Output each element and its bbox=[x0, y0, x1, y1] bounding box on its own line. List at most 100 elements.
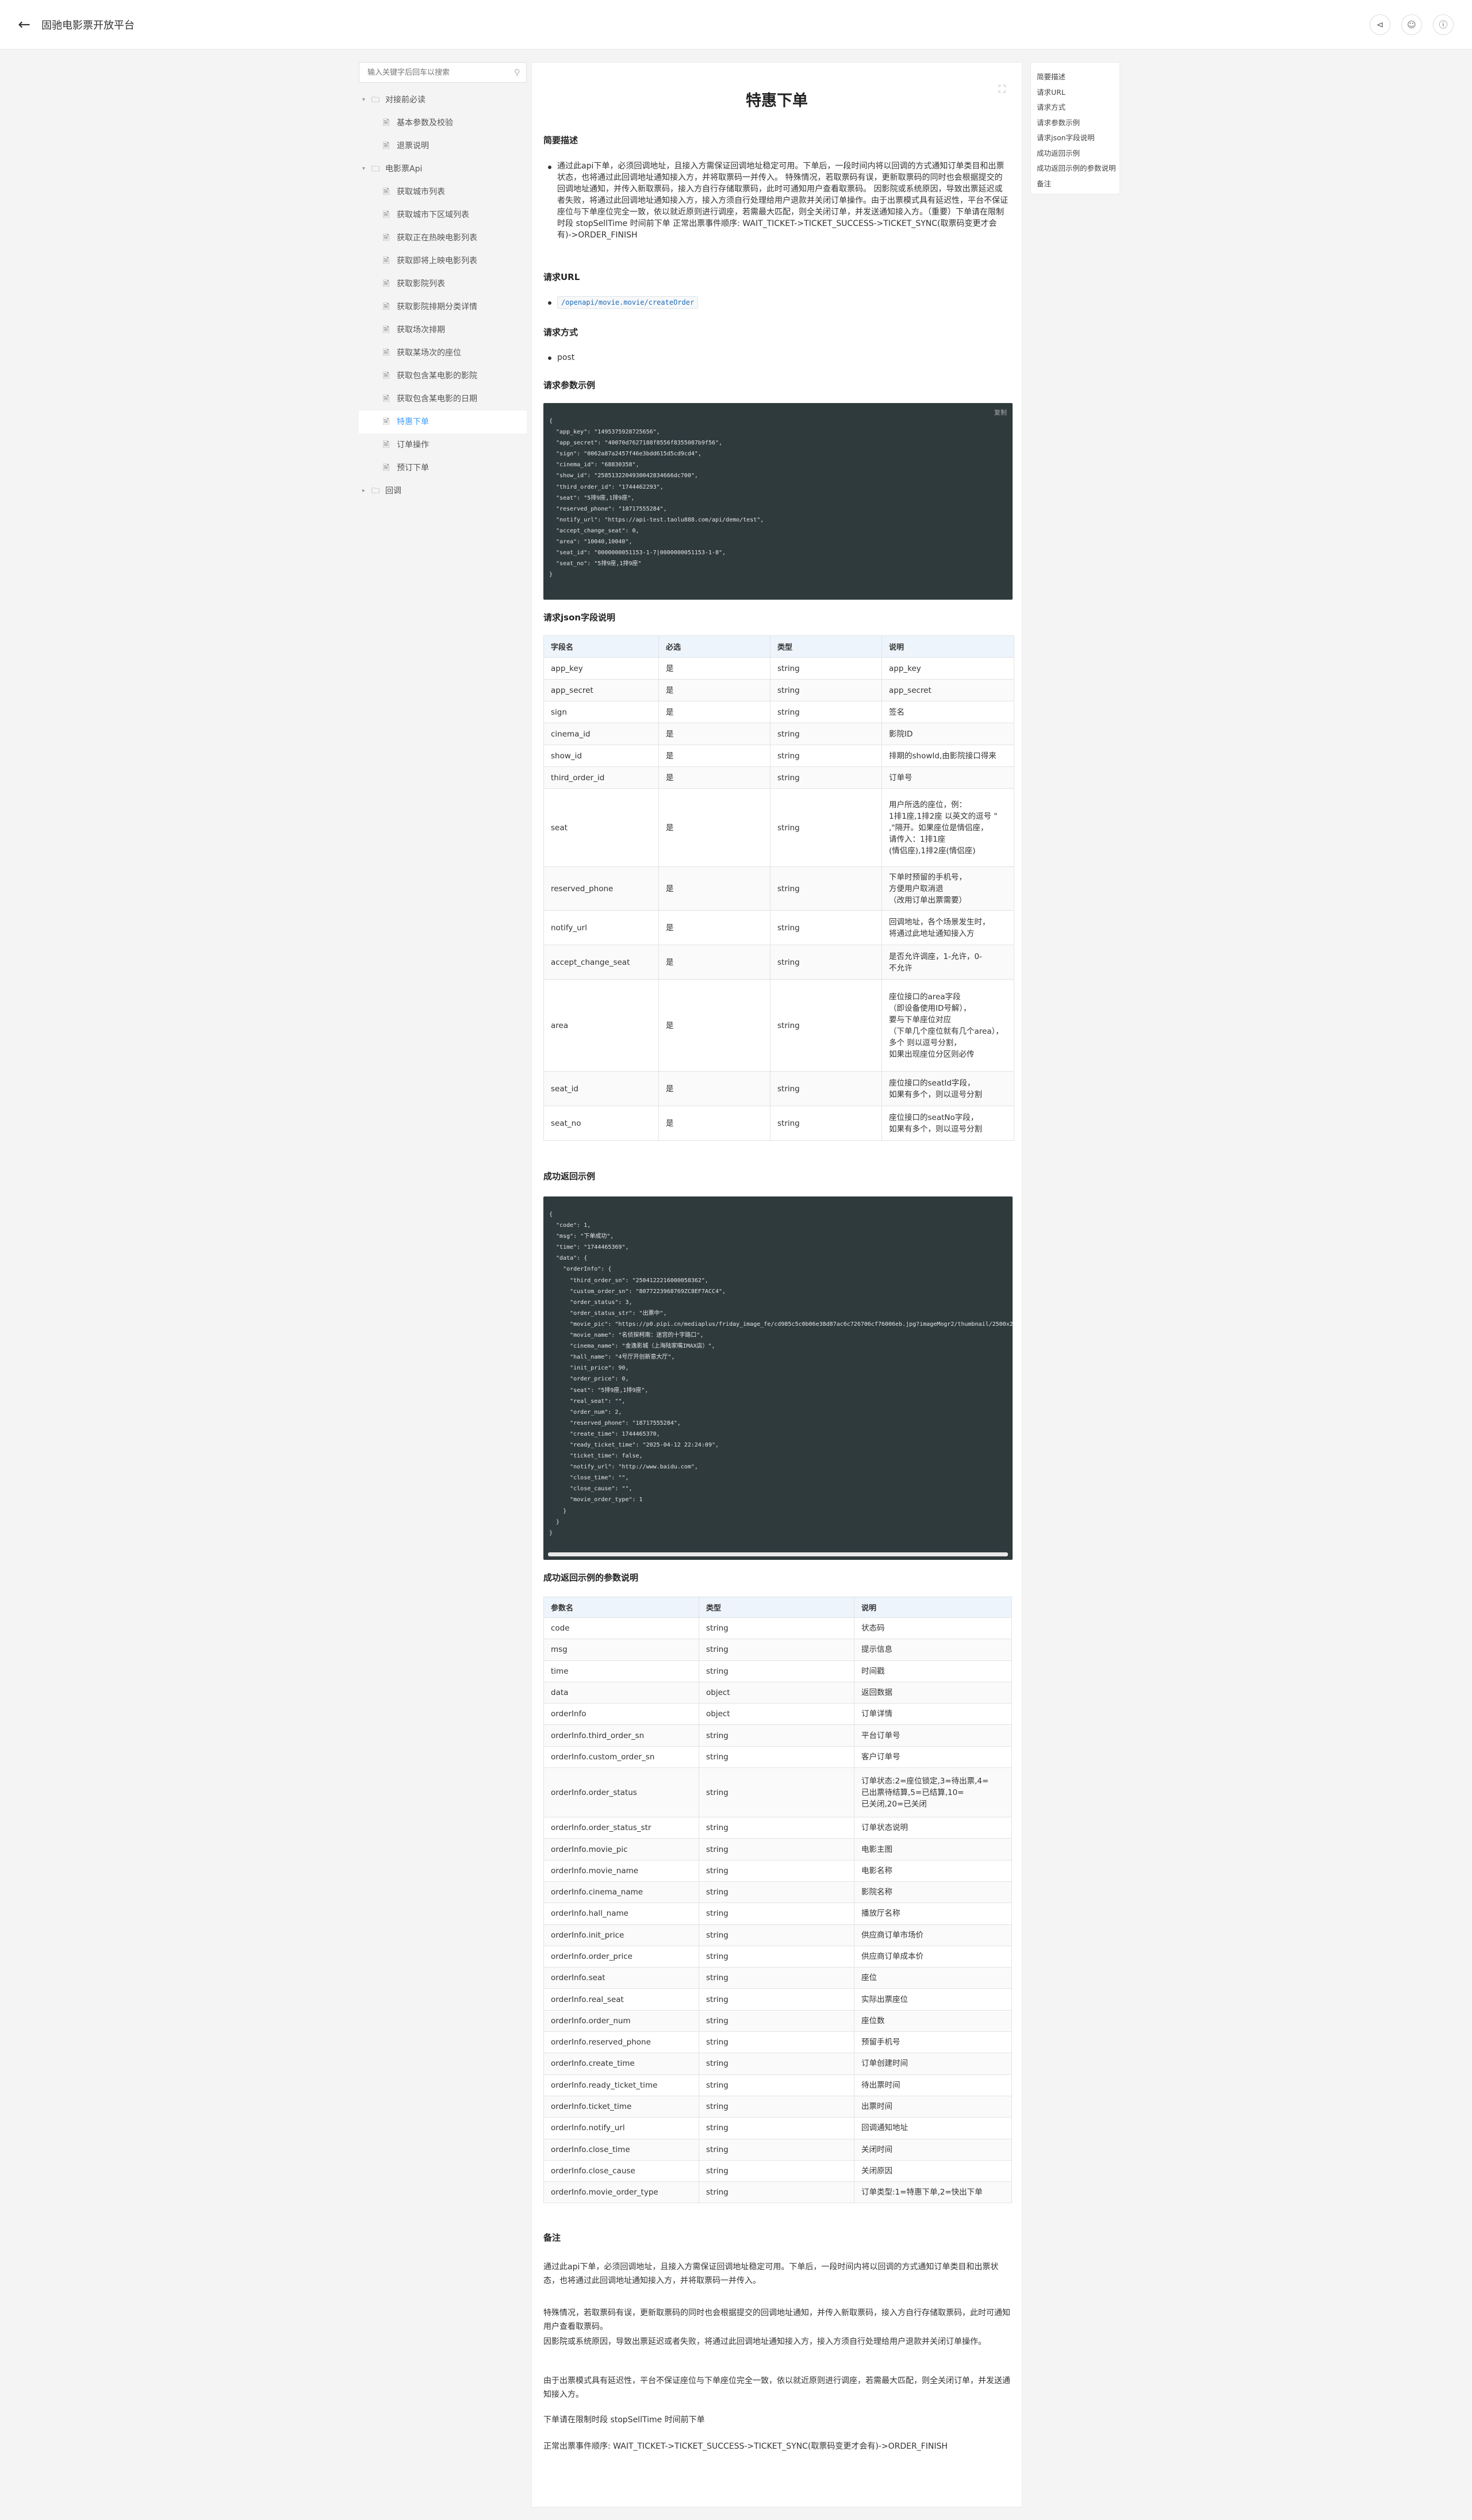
table-row: cinema_id 是 string 影院ID bbox=[543, 723, 1014, 745]
table-cell: 播放厅名称 bbox=[854, 1903, 1012, 1925]
table-row: orderInfo object 订单详情 bbox=[543, 1703, 1012, 1725]
tree-item[interactable]: 🖹 获取城市列表 bbox=[359, 181, 527, 204]
section-resp-fields: 成功返回示例的参数说明 bbox=[543, 1572, 639, 1583]
request-fields-table: 字段名 必选 类型 说明 app_key 是 string app_key app_secre… bbox=[543, 635, 1014, 1141]
note-paragraph: 因影院或系统原因，导致出票延迟或者失败，将通过此回调地址通知接入方，接入方须自行… bbox=[543, 2337, 986, 2346]
tree-item[interactable]: 🖹 获取包含某电影的日期 bbox=[359, 388, 527, 411]
copy-button[interactable]: 复制 bbox=[994, 408, 1007, 417]
table-cell: string bbox=[770, 723, 882, 745]
table-row: app_key 是 string app_key bbox=[543, 657, 1014, 680]
toc-item[interactable]: 请求json字段说明 bbox=[1037, 132, 1095, 143]
desc-text: 通过此api下单，必须回调地址，且接入方需保证回调地址稳定可用。下单后，一段时间… bbox=[543, 160, 1010, 241]
toc-item[interactable]: 请求方式 bbox=[1037, 101, 1065, 112]
search-input[interactable] bbox=[359, 63, 503, 82]
tree-item[interactable]: 🖹 退票说明 bbox=[359, 135, 527, 158]
table-cell: 订单类型:1=特惠下单,2=快出下单 bbox=[854, 2181, 1012, 2204]
table-cell: 回调地址，各个场景发生时， 将通过此地址通知接入方 bbox=[881, 910, 1014, 945]
table-cell: string bbox=[770, 979, 882, 1072]
toc-item[interactable]: 成功返回示例的参数说明 bbox=[1037, 162, 1116, 173]
tree-item[interactable]: 🖹 特惠下单 bbox=[359, 411, 527, 434]
table-cell: orderInfo.reserved_phone bbox=[543, 2031, 699, 2054]
note-paragraph: 通过此api下单，必须回调地址，且接入方需保证回调地址稳定可用。下单后，一段时间… bbox=[543, 2262, 999, 2285]
sidebar: ⚲ ▾ 🗀 对接前必读 🖹 基本参数及校验 🖹 退票说明 ▾ 🗀 电影票Api 🖹 获取城市列表 🖹 获取… bbox=[359, 62, 527, 503]
table-cell: 供应商订单成本价 bbox=[854, 1945, 1012, 1968]
table-cell: 订单详情 bbox=[854, 1703, 1012, 1725]
table-row: orderInfo.order_price string 供应商订单成本价 bbox=[543, 1945, 1012, 1968]
arrow-left-icon[interactable]: ← bbox=[15, 16, 33, 34]
tree-item[interactable]: 🖹 预订下单 bbox=[359, 457, 527, 480]
tree-item[interactable]: 🖹 获取正在热映电影列表 bbox=[359, 227, 527, 250]
table-row: orderInfo.seat string 座位 bbox=[543, 1967, 1012, 1989]
url-code[interactable]: /openapi/movie.movie/createOrder bbox=[557, 296, 699, 309]
table-cell: time bbox=[543, 1660, 699, 1682]
table-cell: orderInfo.init_price bbox=[543, 1924, 699, 1946]
tree-item[interactable]: 🖹 获取城市下区域列表 bbox=[359, 204, 527, 227]
tree-item[interactable]: ▸ 🗀 回调 bbox=[359, 480, 527, 503]
tree-item[interactable]: 🖹 获取场次排期 bbox=[359, 319, 527, 342]
toc-item[interactable]: 请求URL bbox=[1037, 86, 1065, 97]
table-row: seat_id 是 string 座位接口的seatId字段， 如果有多个，则以逗号分… bbox=[543, 1071, 1014, 1106]
table-cell: string bbox=[699, 2053, 854, 2075]
note-paragraph: 特殊情况，若取票码有误，更新取票码的同时也会根据提交的回调地址通知，并传入新取票… bbox=[543, 2308, 1010, 2331]
table-row: msg string 提示信息 bbox=[543, 1639, 1012, 1661]
caret-down-icon[interactable]: ▾ bbox=[362, 158, 365, 181]
caret-down-icon[interactable]: ▾ bbox=[362, 89, 365, 112]
tree-item[interactable]: ▾ 🗀 电影票Api bbox=[359, 158, 527, 181]
table-cell: orderInfo.order_num bbox=[543, 2009, 699, 2032]
tree-item[interactable]: 🖹 获取影院排期分类详情 bbox=[359, 296, 527, 319]
table-cell: object bbox=[699, 1703, 854, 1725]
tree-item-label: 基本参数及校验 bbox=[397, 118, 453, 128]
table-cell: seat bbox=[543, 788, 659, 867]
table-cell: 订单创建时间 bbox=[854, 2053, 1012, 2075]
table-cell: string bbox=[770, 745, 882, 767]
table-cell: string bbox=[699, 1767, 854, 1818]
table-cell: 关闭原因 bbox=[854, 2160, 1012, 2183]
table-row: orderInfo.order_status string 订单状态:2=座位锁定,… bbox=[543, 1767, 1012, 1818]
top-bar: ← 固驰电影票开放平台 ⊲ ☺ ⓘ bbox=[0, 0, 1472, 49]
table-row: orderInfo.create_time string 订单创建时间 bbox=[543, 2053, 1012, 2075]
toc-item[interactable]: 简要描述 bbox=[1037, 71, 1065, 82]
section-notes: 备注 bbox=[543, 2233, 561, 2243]
info-icon[interactable]: ⓘ bbox=[1433, 14, 1454, 35]
section-resp-example: 成功返回示例 bbox=[543, 1171, 596, 1182]
request-json: { "app_key": "1495375928725656", "app_se… bbox=[549, 418, 764, 578]
table-cell: reserved_phone bbox=[543, 866, 659, 911]
table-row: seat 是 string 用户所选的座位，例： 1排1座,1排2座 以英文的逗号 "… bbox=[543, 788, 1014, 867]
caret-right-icon[interactable]: ▸ bbox=[362, 480, 365, 503]
toc-item[interactable]: 成功返回示例 bbox=[1037, 147, 1080, 158]
tree-item[interactable]: 🖹 获取某场次的座位 bbox=[359, 342, 527, 365]
tree-item[interactable]: 🖹 获取影院列表 bbox=[359, 273, 527, 296]
tree-item[interactable]: 🖹 获取包含某电影的影院 bbox=[359, 365, 527, 388]
table-cell: orderInfo.movie_order_type bbox=[543, 2181, 699, 2204]
table-row: orderInfo.close_time string 关闭时间 bbox=[543, 2138, 1012, 2161]
table-row: area 是 string 座位接口的area字段 （即设备使用ID号解）， 要与下单… bbox=[543, 979, 1014, 1072]
table-cell: string bbox=[699, 2160, 854, 2183]
table-row: sign 是 string 签名 bbox=[543, 701, 1014, 723]
fullscreen-icon[interactable]: ⛶ bbox=[998, 83, 1006, 95]
table-cell: orderInfo.custom_order_sn bbox=[543, 1746, 699, 1769]
horizontal-scrollbar[interactable] bbox=[548, 1552, 1008, 1556]
tree-item-label: 回调 bbox=[385, 486, 401, 496]
table-cell: 是 bbox=[658, 745, 770, 767]
doc-tree: ▾ 🗀 对接前必读 🖹 基本参数及校验 🖹 退票说明 ▾ 🗀 电影票Api 🖹 获取城市列表 🖹 获取城市… bbox=[359, 89, 527, 503]
column-header: 类型 bbox=[770, 635, 882, 658]
note-paragraph: 正常出票事件顺序: WAIT_TICKET->TICKET_SUCCESS->T… bbox=[543, 2442, 948, 2451]
table-row: orderInfo.movie_pic string 电影主图 bbox=[543, 1838, 1012, 1861]
table-cell: 是 bbox=[658, 1106, 770, 1141]
tree-item[interactable]: 🖹 获取即将上映电影列表 bbox=[359, 250, 527, 273]
table-cell: string bbox=[770, 910, 882, 945]
share-icon[interactable]: ⊲ bbox=[1370, 14, 1390, 35]
table-cell: orderInfo.real_seat bbox=[543, 1988, 699, 2011]
search-icon[interactable]: ⚲ bbox=[514, 67, 520, 78]
tree-item[interactable]: 🖹 基本参数及校验 bbox=[359, 112, 527, 135]
tree-item[interactable]: 🖹 订单操作 bbox=[359, 434, 527, 457]
table-cell: string bbox=[699, 2138, 854, 2161]
table-cell: 电影主图 bbox=[854, 1838, 1012, 1861]
toc-item[interactable]: 请求参数示例 bbox=[1037, 117, 1080, 128]
tree-item[interactable]: ▾ 🗀 对接前必读 bbox=[359, 89, 527, 112]
section-method: 请求方式 bbox=[543, 327, 578, 337]
user-icon[interactable]: ☺ bbox=[1401, 14, 1422, 35]
table-cell: 是 bbox=[658, 910, 770, 945]
toc-item[interactable]: 备注 bbox=[1037, 178, 1051, 189]
column-header: 参数名 bbox=[543, 1597, 699, 1618]
